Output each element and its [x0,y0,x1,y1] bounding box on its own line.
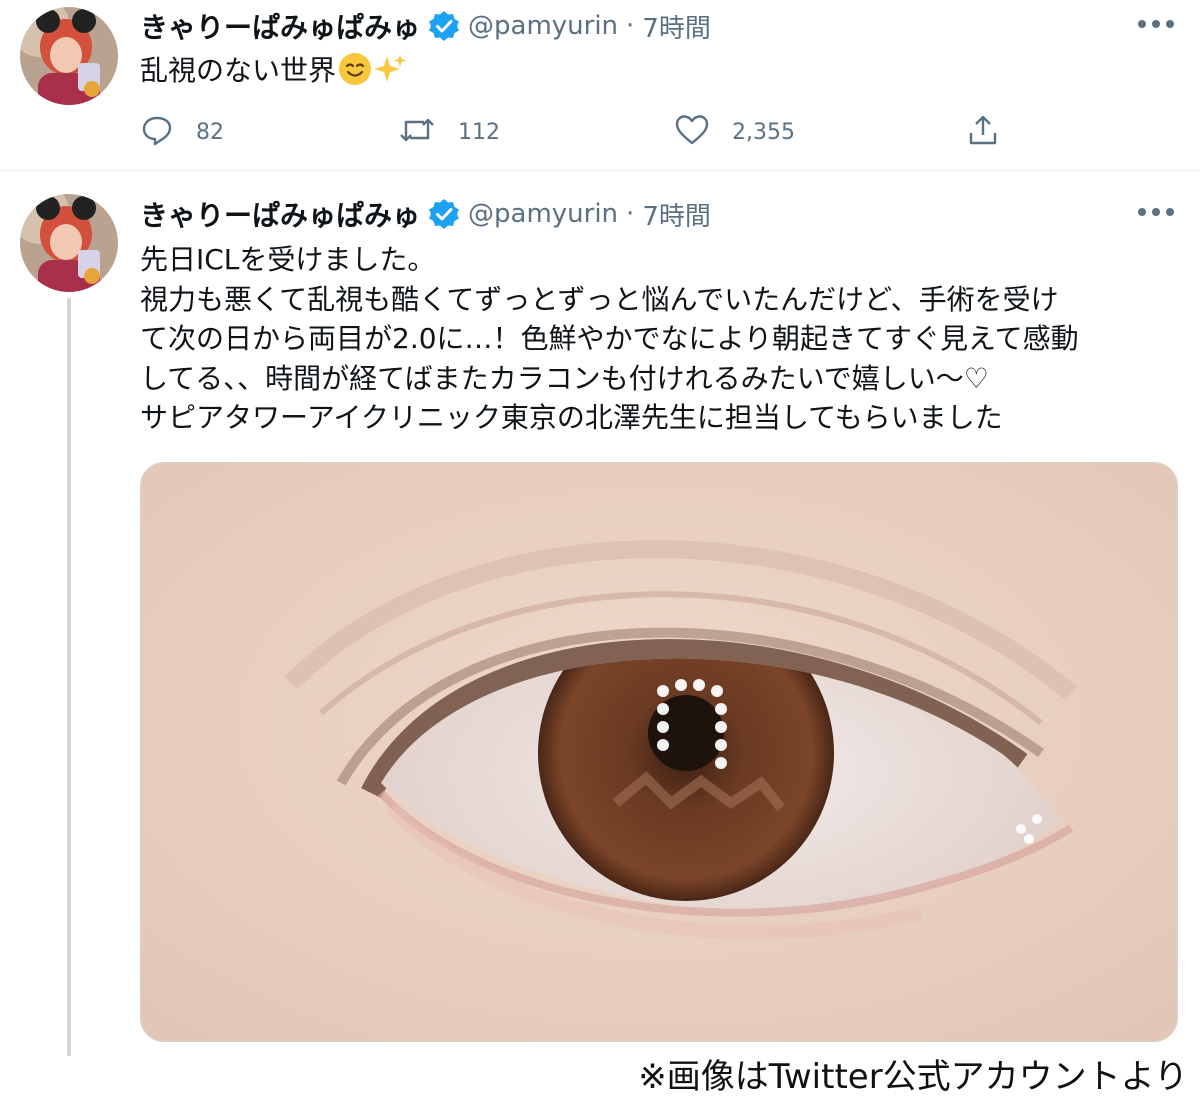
avatar[interactable] [20,194,118,292]
heart-icon [674,113,710,151]
thread-line [67,298,71,1056]
display-name[interactable]: きゃりーぱみゅぱみゅ [140,194,420,234]
like-button[interactable]: 2,355 [674,112,795,152]
handle[interactable]: @pamyurin [468,199,618,229]
reply-icon [140,113,174,151]
share-icon [966,113,1000,151]
retweet-button[interactable]: 112 [398,112,500,152]
image-credit: ※画像はTwitter公式アカウントより [634,1047,1192,1100]
share-button[interactable] [966,112,1000,152]
reply-button[interactable]: 82 [140,112,224,152]
smiling-face-icon [338,52,372,95]
retweet-icon [398,113,436,151]
avatar[interactable] [20,7,118,105]
tweet-text-content: 乱視のない世界 [140,54,337,87]
verified-badge-icon [428,10,460,42]
timestamp[interactable]: 7時間 [642,8,711,45]
tweet-text: 乱視のない世界 [140,52,408,95]
timestamp[interactable]: 7時間 [642,196,711,233]
tweet-photo[interactable] [140,462,1178,1042]
tweet-text: 先日ICLを受けました。 視力も悪くて乱視も酷くてずっとずっと悩んでいたんだけど… [140,243,1079,434]
handle[interactable]: @pamyurin [468,11,618,41]
retweet-count: 112 [458,119,500,145]
tweet-actions: 82 112 2,355 [140,112,1020,152]
verified-badge-icon [428,198,460,230]
more-options-icon[interactable] [1138,202,1174,222]
sparkles-icon [374,52,408,95]
like-count: 2,355 [732,119,795,145]
reply-count: 82 [196,119,224,145]
separator: · [626,199,635,229]
tweet[interactable]: きゃりーぱみゅぱみゅ @pamyurin · 7時間 乱視のない世界 82 11… [0,0,1200,171]
tweet[interactable]: きゃりーぱみゅぱみゅ @pamyurin · 7時間 先日ICLを受けました。 … [0,172,1200,1104]
display-name[interactable]: きゃりーぱみゅぱみゅ [140,6,420,46]
more-options-icon[interactable] [1138,14,1174,34]
separator: · [626,11,635,41]
